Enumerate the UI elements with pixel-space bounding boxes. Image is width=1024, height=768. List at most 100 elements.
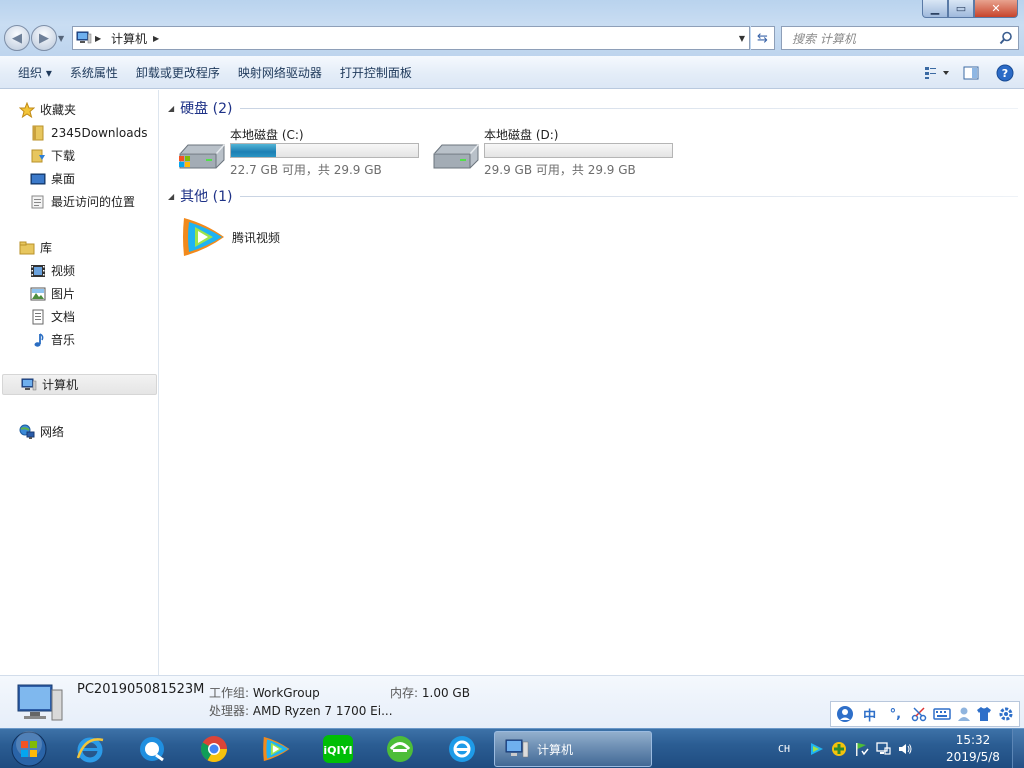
nav-label: 库 <box>40 241 53 255</box>
nav-buttons: ◀ ▶ ▼ <box>4 25 68 51</box>
drive-usage-bar <box>230 143 419 158</box>
nav-label: 最近访问的位置 <box>51 195 136 209</box>
gear-icon[interactable] <box>998 706 1014 722</box>
address-bar[interactable]: ▶ 计算机 ▶ ▼ <box>72 26 750 50</box>
nav-label: 2345Downloads <box>51 125 148 140</box>
volume-icon[interactable] <box>894 740 916 758</box>
forward-button[interactable]: ▶ <box>31 25 57 51</box>
tray-tencent-video-icon[interactable] <box>806 740 828 758</box>
taskbar-browser-icon[interactable] <box>124 731 180 767</box>
system-properties-button[interactable]: 系统属性 <box>61 56 127 89</box>
hard-drive-windows-icon <box>179 144 225 169</box>
taskbar-2345-browser-icon[interactable] <box>372 731 428 767</box>
skin-shirt-icon[interactable] <box>976 706 992 722</box>
taskbar-chrome-icon[interactable] <box>186 731 242 767</box>
picture-library-icon <box>29 286 47 302</box>
nav-libraries[interactable]: 库 <box>18 237 52 258</box>
nav-network[interactable]: 网络 <box>18 421 64 442</box>
nav-2345downloads[interactable]: 2345Downloads <box>29 122 147 143</box>
nav-music[interactable]: 音乐 <box>29 329 75 350</box>
collapse-triangle-icon[interactable]: ◢ <box>168 192 174 201</box>
show-desktop-button[interactable] <box>1012 729 1024 768</box>
breadcrumb-computer[interactable]: 计算机 <box>105 30 153 47</box>
music-library-icon <box>29 332 47 348</box>
taskbar-window-title: 计算机 <box>537 742 574 757</box>
view-options-button[interactable] <box>922 61 952 85</box>
taskbar-ie-blue-icon[interactable] <box>434 731 490 767</box>
nav-videos[interactable]: 视频 <box>29 260 75 281</box>
ime-chinese-mode[interactable]: 中 <box>860 705 880 724</box>
minimize-button[interactable]: ▁ <box>922 0 948 18</box>
uninstall-program-button[interactable]: 卸载或更改程序 <box>127 56 229 89</box>
search-input[interactable]: 搜索 计算机 <box>781 26 1019 50</box>
nav-label: 网络 <box>40 425 65 439</box>
breadcrumb-separator-icon[interactable]: ▶ <box>95 34 105 43</box>
language-indicator[interactable]: CH <box>778 744 790 755</box>
computer-icon <box>505 739 529 758</box>
recent-pages-dropdown[interactable]: ▼ <box>58 25 68 51</box>
computer-name: PC201905081523M <box>77 682 205 697</box>
chrome-icon <box>200 736 227 762</box>
refresh-button[interactable]: ⇆ <box>751 26 775 50</box>
collapse-triangle-icon[interactable]: ◢ <box>168 104 174 113</box>
close-button[interactable]: ✕ <box>974 0 1018 18</box>
search-placeholder: 搜索 计算机 <box>792 31 856 46</box>
organize-menu[interactable]: 组织 ▾ <box>0 56 61 89</box>
clock-time: 15:32 <box>955 733 991 747</box>
nav-computer[interactable]: 计算机 <box>2 374 157 395</box>
open-control-panel-button[interactable]: 打开控制面板 <box>331 56 421 89</box>
star-icon <box>18 101 36 118</box>
group-header-hard-disks[interactable]: ◢ 硬盘 (2) <box>168 98 1018 118</box>
refresh-icon: ⇆ <box>757 30 768 46</box>
nav-pictures[interactable]: 图片 <box>29 283 75 304</box>
workgroup-value: WorkGroup <box>252 686 320 700</box>
drive-usage-fill <box>231 144 276 157</box>
video-library-icon <box>29 263 47 279</box>
nav-label: 下载 <box>51 149 76 163</box>
scissors-icon[interactable] <box>911 706 927 722</box>
keyboard-icon[interactable] <box>933 707 951 721</box>
taskbar-computer-window[interactable]: 计算机 <box>494 731 652 767</box>
map-network-drive-button[interactable]: 映射网络驱动器 <box>229 56 331 89</box>
nav-label: 视频 <box>51 264 76 278</box>
nav-label: 音乐 <box>51 333 76 347</box>
preview-pane-button[interactable] <box>956 61 986 85</box>
drive-d[interactable]: 本地磁盘 (D:) 29.9 GB 可用，共 29.9 GB <box>430 126 680 182</box>
ie-browser-icon <box>449 736 475 762</box>
tencent-video-item[interactable]: 腾讯视频 <box>178 214 280 260</box>
search-icon[interactable] <box>999 31 1013 45</box>
memory-label: 内存: 1.00 GB <box>390 684 470 701</box>
windows-orb-icon <box>11 731 47 767</box>
drive-c[interactable]: 本地磁盘 (C:) 22.7 GB 可用，共 29.9 GB <box>176 126 426 182</box>
maximize-button[interactable]: ▭ <box>948 0 974 18</box>
drive-space-info: 29.9 GB 可用，共 29.9 GB <box>484 163 636 177</box>
help-button[interactable]: ? <box>990 61 1020 85</box>
ime-logo-icon[interactable] <box>836 705 854 723</box>
nav-downloads[interactable]: 下载 <box>29 145 75 166</box>
nav-recent-places[interactable]: 最近访问的位置 <box>29 191 135 212</box>
back-button[interactable]: ◀ <box>4 25 30 51</box>
nav-desktop[interactable]: 桌面 <box>29 168 75 189</box>
taskbar-iqiyi-icon[interactable]: iQIYI <box>310 731 366 767</box>
2345-browser-icon <box>387 736 413 762</box>
system-clock[interactable]: 15:32 2019/5/8 <box>938 732 1008 766</box>
computer-icon <box>20 377 38 393</box>
ime-punctuation-mode[interactable]: °, <box>885 707 905 722</box>
libraries-icon <box>18 240 36 256</box>
address-history-dropdown-icon[interactable]: ▼ <box>739 27 745 49</box>
taskbar-ie-icon[interactable] <box>62 731 118 767</box>
group-header-other[interactable]: ◢ 其他 (1) <box>168 186 1018 206</box>
browser-icon <box>140 737 164 762</box>
nav-documents[interactable]: 文档 <box>29 306 75 327</box>
view-list-icon <box>925 66 949 79</box>
taskbar-tencent-video-icon[interactable] <box>248 731 304 767</box>
user-icon[interactable] <box>957 706 971 722</box>
start-button[interactable] <box>2 729 56 768</box>
back-arrow-icon: ◀ <box>12 30 22 46</box>
tray-security-icon[interactable] <box>828 740 850 758</box>
network-status-icon[interactable] <box>872 740 894 758</box>
tray-flag-icon[interactable] <box>850 740 872 758</box>
nav-favorites[interactable]: 收藏夹 <box>18 99 76 120</box>
download-folder-icon <box>29 148 47 164</box>
breadcrumb-chevron-icon[interactable]: ▶ <box>153 34 163 43</box>
